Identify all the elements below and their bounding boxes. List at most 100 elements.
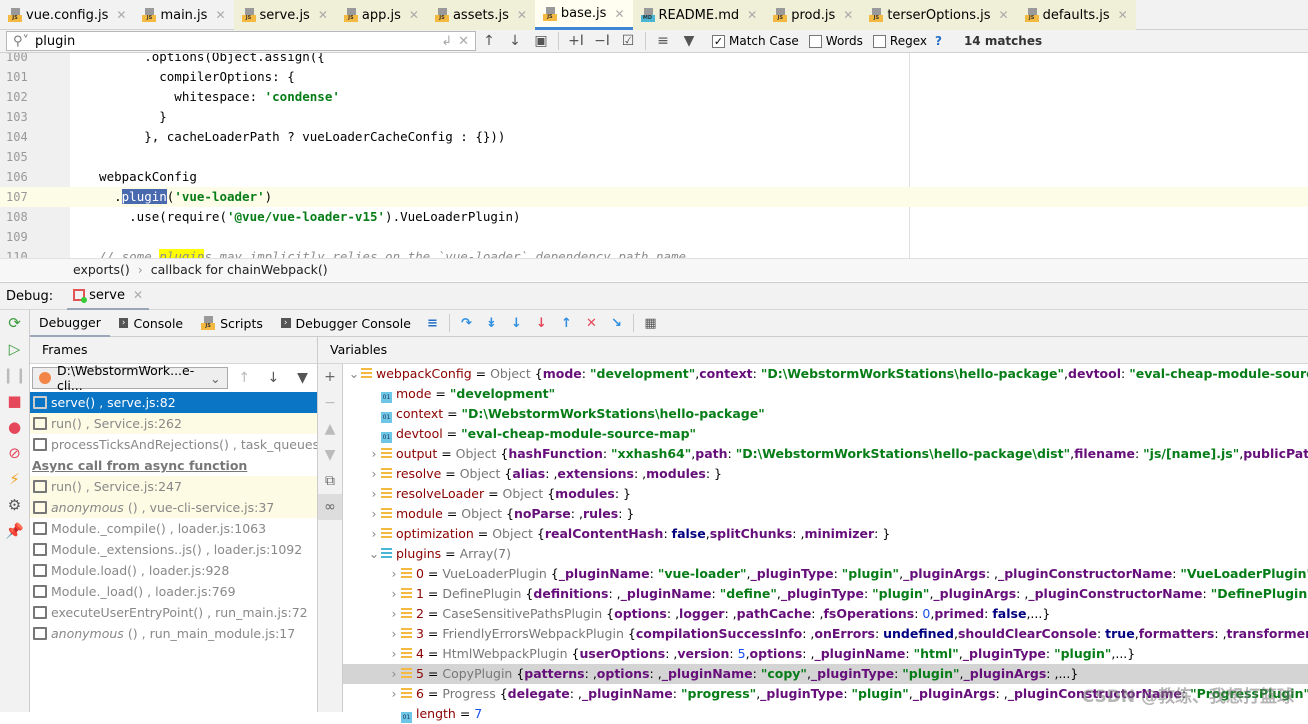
- menu-icon[interactable]: ≡: [420, 316, 445, 331]
- frame-item[interactable]: run(), Service.js:262: [30, 413, 317, 434]
- close-icon[interactable]: ✕: [215, 8, 225, 22]
- variable-row[interactable]: › 2 = CaseSensitivePathsPlugin {options: …: [343, 604, 1308, 624]
- close-icon[interactable]: ✕: [116, 8, 126, 22]
- chevron-right-icon[interactable]: ›: [387, 684, 401, 704]
- breadcrumb-item[interactable]: exports(): [73, 262, 130, 277]
- arrow-up-icon[interactable]: ↑: [232, 370, 257, 386]
- pause-icon[interactable]: ❙❙: [0, 362, 29, 388]
- tab-base-js[interactable]: JS base.js ✕: [534, 0, 633, 30]
- variable-row[interactable]: › optimization = Object {realContentHash:…: [343, 524, 1308, 544]
- frame-item[interactable]: Module._load(), loader.js:769: [30, 581, 317, 602]
- tab-assets-js[interactable]: JS assets.js ✕: [426, 0, 535, 30]
- match-case-checkbox[interactable]: ✓ Match Case: [712, 34, 799, 48]
- variable-row[interactable]: › module = Object {noParse: ,rules: }: [343, 504, 1308, 524]
- copy-icon[interactable]: ⧉: [318, 468, 342, 494]
- filter-lines-icon[interactable]: ≡: [650, 33, 676, 49]
- move-down-icon[interactable]: ▼: [318, 442, 342, 468]
- pin-icon[interactable]: 📌: [0, 518, 29, 544]
- thread-dropdown[interactable]: D:\WebstormWork...e-cli... ⌄: [32, 363, 228, 393]
- chevron-right-icon[interactable]: ›: [367, 524, 381, 544]
- frame-item[interactable]: run(), Service.js:247: [30, 476, 317, 497]
- variable-row[interactable]: 01 mode = "development": [343, 384, 1308, 404]
- frame-item[interactable]: Module._compile(), loader.js:1063: [30, 518, 317, 539]
- clear-icon[interactable]: ✕: [458, 34, 469, 49]
- code-editor[interactable]: 100 .options(Object.assign({101 compiler…: [0, 53, 1308, 258]
- step-over-icon[interactable]: ↷: [454, 316, 479, 331]
- search-field[interactable]: ⚲˅ ↲ ✕: [6, 31, 476, 51]
- evaluate-expression-icon[interactable]: ▦: [638, 316, 663, 331]
- step-out-icon[interactable]: ↑: [554, 316, 579, 331]
- chevron-right-icon[interactable]: ›: [387, 624, 401, 644]
- chevron-right-icon[interactable]: ›: [387, 664, 401, 684]
- filter-icon[interactable]: ▼: [290, 370, 315, 386]
- filter-icon[interactable]: ▼: [676, 33, 702, 49]
- variable-row[interactable]: 01 devtool = "eval-cheap-module-source-ma…: [343, 424, 1308, 444]
- tab-console[interactable]: › Console: [110, 310, 192, 337]
- close-icon[interactable]: ✕: [1118, 8, 1128, 22]
- search-input[interactable]: [35, 33, 436, 49]
- variable-row[interactable]: › output = Object {hashFunction: "xxhash6…: [343, 444, 1308, 464]
- lightning-icon[interactable]: ⚡: [0, 466, 29, 492]
- drop-frame-icon[interactable]: ✕: [579, 316, 604, 331]
- variable-row[interactable]: › 3 = FriendlyErrorsWebpackPlugin {compil…: [343, 624, 1308, 644]
- close-icon[interactable]: ✕: [999, 8, 1009, 22]
- select-all-occurrences-icon[interactable]: ▣: [528, 33, 554, 49]
- variable-row[interactable]: 01 context = "D:\WebstormWorkStations\hel…: [343, 404, 1308, 424]
- frame-item[interactable]: serve(), serve.js:82: [30, 392, 317, 413]
- close-icon[interactable]: ✕: [409, 8, 419, 22]
- variable-row[interactable]: › 4 = HtmlWebpackPlugin {userOptions: ,ve…: [343, 644, 1308, 664]
- tab-debugger-console[interactable]: › Debugger Console: [272, 310, 420, 337]
- mute-breakpoints-icon[interactable]: ⊘: [0, 440, 29, 466]
- chevron-down-icon[interactable]: ⌄: [367, 544, 381, 564]
- close-icon[interactable]: ✕: [318, 8, 328, 22]
- close-icon[interactable]: ✕: [843, 8, 853, 22]
- chevron-right-icon[interactable]: ›: [367, 504, 381, 524]
- frame-item[interactable]: Module.load(), loader.js:928: [30, 560, 317, 581]
- debug-session-tab[interactable]: serve ✕: [67, 283, 150, 310]
- close-icon[interactable]: ✕: [133, 288, 143, 302]
- step-into-icon[interactable]: ↓: [504, 316, 529, 331]
- remove-watch-icon[interactable]: −: [318, 390, 342, 416]
- tab-app-js[interactable]: JS app.js ✕: [335, 0, 427, 30]
- show-watches-icon[interactable]: ∞: [318, 494, 342, 520]
- chevron-right-icon[interactable]: ›: [387, 584, 401, 604]
- chevron-right-icon[interactable]: ›: [367, 464, 381, 484]
- toggle-occurrences-icon[interactable]: ☑: [615, 33, 641, 49]
- arrow-down-icon[interactable]: ↓: [261, 370, 286, 386]
- variable-row[interactable]: 01 length = 7: [343, 704, 1308, 724]
- chevron-right-icon[interactable]: ›: [387, 604, 401, 624]
- rerun-icon[interactable]: ⟳: [0, 310, 29, 336]
- variable-row[interactable]: › resolve = Object {alias: ,extensions: ,…: [343, 464, 1308, 484]
- chevron-right-icon[interactable]: ›: [367, 484, 381, 504]
- stop-icon[interactable]: ■: [0, 388, 29, 414]
- chevron-right-icon[interactable]: ›: [387, 644, 401, 664]
- variable-row[interactable]: ⌄ plugins = Array(7): [343, 544, 1308, 564]
- step-into-my-code-icon[interactable]: ↡: [479, 316, 504, 331]
- close-icon[interactable]: ✕: [517, 8, 527, 22]
- frame-item[interactable]: Module._extensions..js(), loader.js:1092: [30, 539, 317, 560]
- view-breakpoints-icon[interactable]: ●: [0, 414, 29, 440]
- gear-icon[interactable]: ⚙: [0, 492, 29, 518]
- variable-row[interactable]: ⌄ webpackConfig = Object {mode: "developm…: [343, 364, 1308, 384]
- close-icon[interactable]: ✕: [614, 7, 624, 21]
- force-step-into-icon[interactable]: ↓: [529, 316, 554, 331]
- variable-row[interactable]: › 1 = DefinePlugin {definitions: ,_plugin…: [343, 584, 1308, 604]
- add-watch-icon[interactable]: +: [318, 364, 342, 390]
- regex-checkbox[interactable]: Regex: [872, 34, 927, 48]
- regex-help-link[interactable]: ?: [935, 34, 942, 48]
- tab-terseroptions-js[interactable]: JS terserOptions.js ✕: [861, 0, 1017, 30]
- next-occurrence-icon[interactable]: ↓: [502, 33, 528, 49]
- resume-icon[interactable]: ▷: [0, 336, 29, 362]
- frame-item[interactable]: anonymous(), run_main_module.js:17: [30, 623, 317, 644]
- previous-occurrence-icon[interactable]: ↑: [476, 33, 502, 49]
- close-icon[interactable]: ✕: [747, 8, 757, 22]
- add-occurrence-icon[interactable]: +Ⅰ: [563, 33, 589, 49]
- frame-item[interactable]: executeUserEntryPoint(), run_main.js:72: [30, 602, 317, 623]
- variable-row[interactable]: › 0 = VueLoaderPlugin {_pluginName: "vue-…: [343, 564, 1308, 584]
- variable-row[interactable]: › resolveLoader = Object {modules: }: [343, 484, 1308, 504]
- tab-serve-js[interactable]: JS serve.js ✕: [233, 0, 336, 30]
- tab-prod-js[interactable]: JS prod.js ✕: [765, 0, 862, 30]
- newline-icon[interactable]: ↲: [441, 34, 452, 49]
- run-to-cursor-icon[interactable]: ↘: [604, 316, 629, 331]
- search-icon[interactable]: ⚲˅: [13, 34, 29, 49]
